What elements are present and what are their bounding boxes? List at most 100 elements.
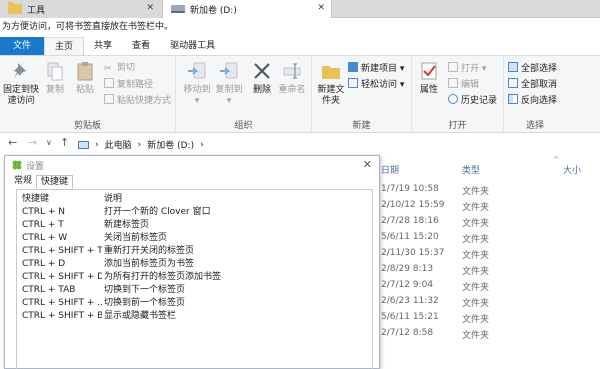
description-cell: 切换到前一个标签页 <box>104 298 186 308</box>
tab-tools[interactable]: 工具 ✕ <box>0 0 160 18</box>
group-label: 新建 <box>352 121 371 131</box>
tab-general[interactable]: 常规 <box>10 175 36 189</box>
new-item-button[interactable]: 新建项目 ▾ <box>348 62 404 74</box>
close-icon[interactable]: ✕ <box>146 3 154 13</box>
column-size[interactable]: 大小 <box>563 163 581 176</box>
description-cell: 添加当前标签页为书签 <box>104 259 195 269</box>
breadcrumb-separator[interactable]: › <box>200 140 204 150</box>
bookmark-bar: 为方便访问，可将书签直接放在书签栏中。 <box>0 18 600 37</box>
list-item-date[interactable]: 5/6/11 15:20 <box>381 232 439 242</box>
pin-quick-access-button[interactable]: 固定到快速访问 <box>2 60 40 107</box>
list-item-type: 文件夹 <box>462 235 490 245</box>
computer-icon <box>78 140 89 149</box>
breadcrumb: › 此电脑 › 新加卷 (D:) › <box>78 138 210 151</box>
ribbon-tabs: 文件 主页 共享 查看 驱动器工具 <box>0 37 600 55</box>
hotkey-cell: CTRL + N <box>22 207 66 217</box>
close-icon[interactable]: ✕ <box>317 3 325 13</box>
paste-shortcut-icon <box>104 94 114 104</box>
header-hotkey: 快捷键 <box>22 194 50 204</box>
edit-button[interactable]: 编辑 <box>448 78 479 90</box>
group-label: 组织 <box>234 121 253 131</box>
tab-drive-tools[interactable]: 驱动器工具 <box>160 37 225 55</box>
copy-to-icon <box>220 62 238 79</box>
copy-path-button[interactable]: 复制路径 <box>104 78 153 90</box>
group-organize: 移动到 ▾ 复制到 ▾ 删除 重命名 组织 <box>176 56 312 134</box>
breadcrumb-drive-d[interactable]: 新加卷 (D:) <box>147 138 194 151</box>
group-clipboard: 固定到快速访问 复制 粘贴 ✂ 剪切 复制路径 粘贴快捷方式 剪贴板 <box>0 56 176 134</box>
folder-icon <box>8 2 22 14</box>
breadcrumb-this-pc[interactable]: 此电脑 <box>105 138 132 151</box>
tab-hotkeys[interactable]: 快捷键 <box>36 175 74 189</box>
copy-button[interactable]: 复制 <box>42 60 68 96</box>
group-label: 选择 <box>525 121 544 131</box>
delete-button[interactable]: 删除 <box>250 60 274 96</box>
tab-view[interactable]: 查看 <box>122 37 160 55</box>
paste-shortcut-button[interactable]: 粘贴快捷方式 <box>104 94 171 106</box>
easy-access-button[interactable]: 轻松访问 ▾ <box>348 78 404 90</box>
group-label: 打开 <box>448 121 467 131</box>
list-item-date[interactable]: 5/6/11 15:21 <box>381 312 439 322</box>
copy-path-icon <box>104 78 114 88</box>
list-item-date[interactable]: 2/7/12 9:04 <box>381 280 433 290</box>
select-none-button[interactable]: 全部取消 <box>508 78 557 90</box>
up-button[interactable]: ↑ <box>60 136 69 149</box>
close-icon[interactable]: ✕ <box>363 158 372 171</box>
rename-icon <box>283 63 301 79</box>
dialog-tabs: 常规 快捷键 <box>10 175 74 189</box>
new-folder-button[interactable]: 新建文件夹 <box>316 60 346 107</box>
list-item-date[interactable]: 2/11/30 15:37 <box>381 248 445 258</box>
description-cell: 切换到下一个标签页 <box>104 285 186 295</box>
list-item-date[interactable]: 2/7/28 18:16 <box>381 216 439 226</box>
list-item-date[interactable]: 2/7/12 8:58 <box>381 328 433 338</box>
list-item-date[interactable]: 2/6/23 11:32 <box>381 296 439 306</box>
list-item-date[interactable]: 1/7/19 10:58 <box>381 184 439 194</box>
copy-to-button[interactable]: 复制到 ▾ <box>214 60 244 107</box>
rename-button[interactable]: 重命名 <box>277 60 307 96</box>
hotkey-cell: CTRL + SHIFT + D <box>22 272 102 282</box>
easy-access-icon <box>348 78 358 88</box>
tab-home[interactable]: 主页 <box>44 37 85 55</box>
dialog-title-bar[interactable]: 设置 ✕ <box>5 156 379 173</box>
column-type[interactable]: 类型 <box>462 163 480 176</box>
tab-label: 工具 <box>27 5 46 16</box>
paste-button[interactable]: 粘贴 <box>72 60 98 96</box>
move-to-button[interactable]: 移动到 ▾ <box>182 60 212 107</box>
clover-icon <box>12 160 22 170</box>
header-description: 说明 <box>104 194 123 204</box>
list-item-type: 文件夹 <box>462 219 490 229</box>
properties-button[interactable]: 属性 <box>416 60 442 96</box>
back-button[interactable]: ← <box>8 136 17 149</box>
open-icon <box>448 62 458 72</box>
tab-file[interactable]: 文件 <box>0 37 45 55</box>
open-button[interactable]: 打开 ▾ <box>448 62 486 74</box>
hotkey-cell: CTRL + T <box>22 220 64 230</box>
column-date[interactable]: 日期 <box>381 163 399 176</box>
recent-locations-dropdown[interactable]: ∨ <box>46 138 52 147</box>
forward-button[interactable]: → <box>28 136 37 149</box>
cut-button[interactable]: ✂ 剪切 <box>104 62 135 74</box>
sort-indicator-icon: ^ <box>553 155 560 164</box>
bookmark-bar-hint: 为方便访问，可将书签直接放在书签栏中。 <box>2 22 174 32</box>
select-none-icon <box>508 78 518 88</box>
group-new: 新建文件夹 新建项目 ▾ 轻松访问 ▾ 新建 <box>312 56 412 134</box>
description-cell: 重新打开关闭的标签页 <box>104 246 195 256</box>
hotkey-cell: CTRL + D <box>22 259 66 269</box>
hotkey-cell: CTRL + SHIFT + T <box>22 246 102 256</box>
list-item-date[interactable]: 2/10/12 15:59 <box>381 200 445 210</box>
select-all-button[interactable]: 全部选择 <box>508 62 557 74</box>
list-item-date[interactable]: 2/8/29 8:13 <box>381 264 433 274</box>
paste-icon <box>77 62 93 81</box>
hotkey-cell: CTRL + SHIFT + ... <box>22 298 102 308</box>
hotkey-cell: CTRL + W <box>22 233 68 243</box>
tab-drive-d[interactable]: 新加卷 (D:) ✕ <box>162 0 332 18</box>
list-item-type: 文件夹 <box>462 187 490 197</box>
breadcrumb-separator[interactable]: › <box>138 140 142 150</box>
list-item-type: 文件夹 <box>462 299 490 309</box>
list-item-type: 文件夹 <box>462 251 490 261</box>
breadcrumb-separator[interactable]: › <box>95 140 99 150</box>
invert-selection-button[interactable]: 反向选择 <box>508 94 557 106</box>
list-item-type: 文件夹 <box>462 203 490 213</box>
history-button[interactable]: 历史记录 <box>448 94 497 106</box>
description-cell: 关闭当前标签页 <box>104 233 168 243</box>
tab-share[interactable]: 共享 <box>84 37 122 55</box>
